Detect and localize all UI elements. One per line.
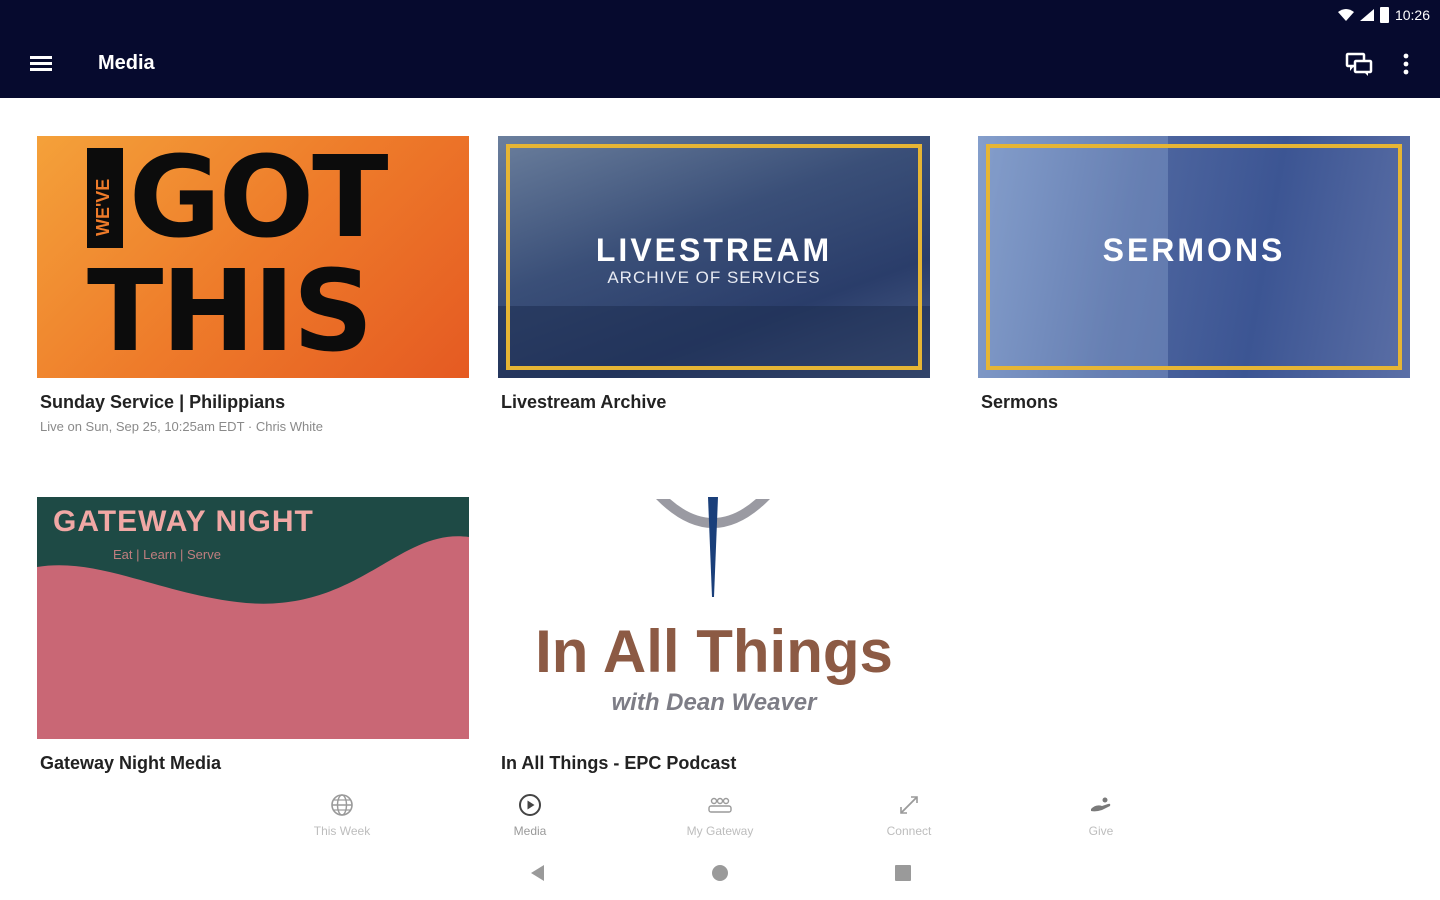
wifi-icon [1337,9,1354,21]
media-card-livestream-archive[interactable]: LIVESTREAM ARCHIVE OF SERVICES Livestrea… [498,136,930,413]
more-vert-icon[interactable] [1396,50,1416,78]
status-time: 10:26 [1394,7,1430,23]
artwork-line-1: GOT [129,136,389,263]
nav-item-give[interactable]: Give [1041,792,1161,838]
artwork-subheading: Eat | Learn | Serve [113,547,221,562]
card-title: Sunday Service | Philippians [40,392,286,412]
page-title: Media [98,52,155,74]
media-card-gateway-night[interactable]: GATEWAY NIGHT Eat | Learn | Serve Gatewa… [37,497,469,774]
card-thumbnail: LIVESTREAM ARCHIVE OF SERVICES [498,136,930,378]
signal-icon [1359,9,1374,21]
battery-icon [1379,7,1389,23]
podcast-logo [656,497,770,597]
artwork-heading: LIVESTREAM [595,232,833,268]
artwork-side-tag: WE'VE [87,148,123,248]
people-icon [708,797,732,813]
artwork-line-2: THIS [87,247,373,377]
card-title: In All Things - EPC Podcast [501,753,737,773]
card-subtitle: Live on Sun, Sep 25, 10:25am EDT · Chris… [40,419,324,434]
artwork-subheading: with Dean Weaver [611,689,817,716]
artwork-heading: In All Things [535,618,893,685]
nav-label: Connect [886,824,932,838]
nav-item-media[interactable]: Media [470,792,590,838]
home-icon[interactable] [709,862,731,884]
recents-icon[interactable] [893,862,913,884]
back-icon[interactable] [527,862,547,884]
card-title: Sermons [981,392,1059,412]
nav-label: Give [1088,824,1114,838]
globe-icon [331,794,353,816]
system-navigation [0,852,1440,900]
card-thumbnail: GATEWAY NIGHT Eat | Learn | Serve [37,497,469,739]
play-circle-icon [519,794,541,816]
card-title: Gateway Night Media [40,753,222,773]
menu-icon[interactable] [28,52,54,74]
status-bar: 10:26 [1337,4,1430,26]
media-card-in-all-things[interactable]: In All Things with Dean Weaver In All Th… [498,497,930,774]
app-bar: 10:26 Media [0,0,1440,98]
artwork-heading: SERMONS [1102,232,1286,268]
artwork-subheading: ARCHIVE OF SERVICES [607,268,821,287]
card-thumbnail: GOT THIS WE'VE [37,136,469,378]
card-thumbnail: SERMONS [978,136,1410,378]
nav-item-this-week[interactable]: This Week [282,792,402,838]
bottom-navigation: This Week Media My Gateway Connect Give [0,782,1440,852]
media-card-sunday-service[interactable]: GOT THIS WE'VE Sunday Service | Philippi… [37,136,469,434]
nav-item-my-gateway[interactable]: My Gateway [660,792,780,838]
connect-icon [900,796,918,814]
give-icon [1091,797,1111,812]
card-title: Livestream Archive [501,392,667,412]
media-card-sermons[interactable]: SERMONS Sermons [978,136,1410,413]
nav-label: My Gateway [686,824,754,838]
card-thumbnail: In All Things with Dean Weaver [498,497,930,739]
artwork-heading: GATEWAY NIGHT [53,505,314,538]
chat-icon[interactable] [1344,50,1374,78]
nav-label: This Week [313,824,371,838]
nav-item-connect[interactable]: Connect [849,792,969,838]
nav-label: Media [513,824,547,838]
